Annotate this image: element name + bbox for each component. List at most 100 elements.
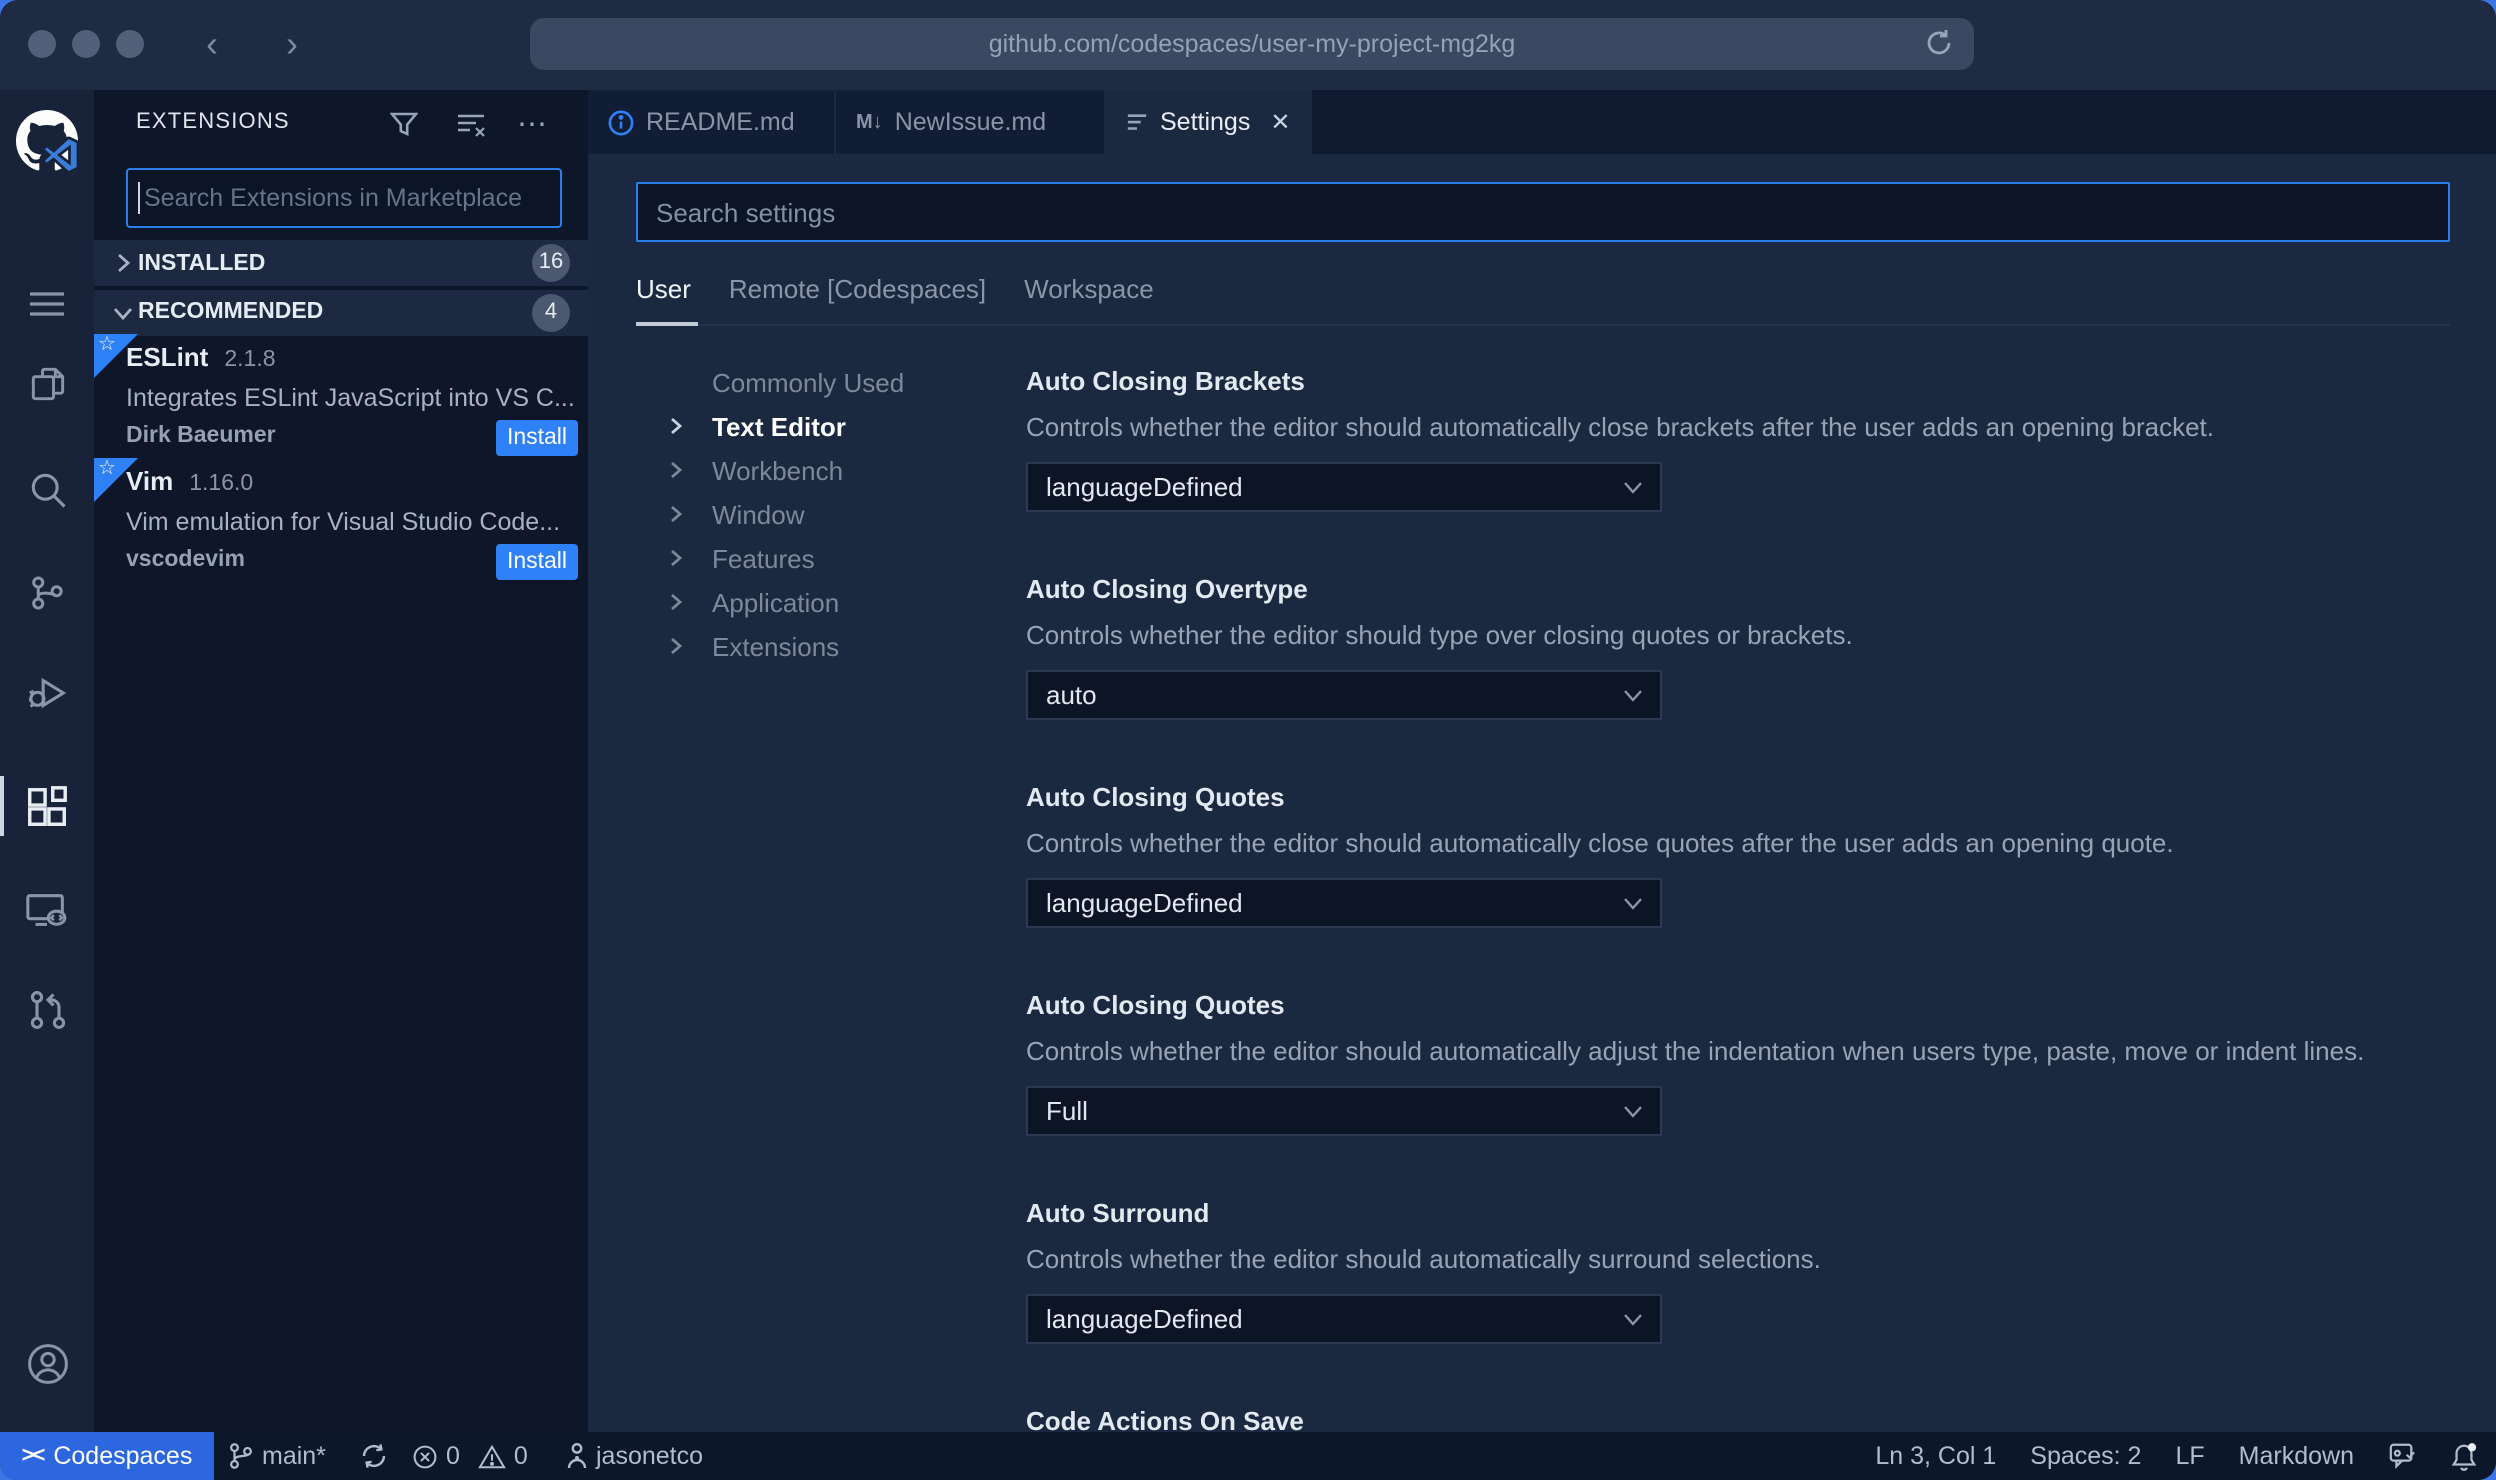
language-mode[interactable]: Markdown xyxy=(2239,1442,2354,1470)
setting-description: Controls whether the editor should autom… xyxy=(1026,412,2215,442)
setting-dropdown[interactable]: languageDefined xyxy=(1026,878,1662,928)
warnings-count: 0 xyxy=(513,1442,528,1470)
eol-sequence[interactable]: LF xyxy=(2175,1442,2204,1470)
address-bar[interactable]: github.com/codespaces/user-my-project-mg… xyxy=(530,18,1974,70)
user-status[interactable]: jasonetco xyxy=(566,1432,703,1480)
branch-status[interactable]: main* xyxy=(228,1432,326,1480)
browser-forward-button[interactable]: › xyxy=(270,22,314,66)
problems-status[interactable]: 0 0 xyxy=(412,1432,528,1480)
extension-item-vim[interactable]: ☆ Vim 1.16.0 Vim emulation for Visual Stu… xyxy=(94,458,588,582)
tab-label: README.md xyxy=(646,108,795,136)
pull-requests-icon[interactable] xyxy=(0,976,94,1044)
section-installed[interactable]: INSTALLED 16 xyxy=(94,240,588,286)
toc-features[interactable]: Features xyxy=(668,536,815,580)
browser-window: ‹ › github.com/codespaces/user-my-projec… xyxy=(0,0,2496,1480)
setting-dropdown[interactable]: Full xyxy=(1026,1086,1662,1136)
explorer-icon[interactable] xyxy=(0,350,94,418)
settings-search-input[interactable] xyxy=(638,184,2448,240)
more-actions-icon[interactable]: ⋯ xyxy=(514,106,550,142)
setting-row: Auto Closing Quotes Controls whether the… xyxy=(1026,984,2436,1192)
toc-extensions[interactable]: Extensions xyxy=(668,624,839,668)
notifications-bell-icon[interactable] xyxy=(2450,1441,2478,1471)
setting-dropdown[interactable]: languageDefined xyxy=(1026,462,1662,512)
remote-indicator[interactable]: >< Codespaces xyxy=(0,1432,214,1480)
extension-item-eslint[interactable]: ☆ ESLint 2.1.8 Integrates ESLint JavaScri… xyxy=(94,334,588,458)
chevron-right-icon xyxy=(668,460,696,480)
status-bar: >< Codespaces main* 0 0 jasonetco Ln 3, … xyxy=(0,1432,2496,1480)
setting-row: Code Actions On Save xyxy=(1026,1400,2436,1432)
setting-dropdown[interactable]: auto xyxy=(1026,670,1662,720)
clear-search-results-icon[interactable] xyxy=(452,106,488,142)
toc-window[interactable]: Window xyxy=(668,492,805,536)
tab-readme[interactable]: README.md xyxy=(588,90,836,154)
window-close-button[interactable] xyxy=(28,30,56,58)
toc-text-editor[interactable]: Text Editor xyxy=(668,404,846,448)
setting-title: Code Actions On Save xyxy=(1026,1406,1304,1432)
recommended-count-badge: 4 xyxy=(532,293,570,331)
extensions-icon[interactable] xyxy=(0,772,94,840)
section-recommended[interactable]: RECOMMENDED 4 xyxy=(94,287,588,335)
tab-settings[interactable]: Settings ✕ xyxy=(1106,90,1312,154)
install-button[interactable]: Install xyxy=(496,420,578,456)
url-text: github.com/codespaces/user-my-project-mg… xyxy=(988,30,1516,58)
activity-bar: ⚙ xyxy=(0,90,94,1480)
section-label: INSTALLED xyxy=(138,251,266,275)
window-zoom-button[interactable] xyxy=(116,30,144,58)
section-label: RECOMMENDED xyxy=(138,300,324,324)
remote-explorer-icon[interactable] xyxy=(0,876,94,944)
setting-row: Auto Closing Brackets Controls whether t… xyxy=(1026,360,2436,568)
indentation[interactable]: Spaces: 2 xyxy=(2030,1442,2141,1470)
cursor-position[interactable]: Ln 3, Col 1 xyxy=(1875,1442,1996,1470)
toc-workbench[interactable]: Workbench xyxy=(668,448,843,492)
tab-newissue[interactable]: M↓ NewIssue.md xyxy=(836,90,1106,154)
setting-title: Auto Closing Overtype xyxy=(1026,574,1308,604)
toc-commonly-used[interactable]: Commonly Used xyxy=(668,360,904,404)
extensions-search-box[interactable] xyxy=(126,168,562,228)
scope-tab-user[interactable]: User xyxy=(636,274,691,304)
setting-dropdown[interactable]: languageDefined xyxy=(1026,1294,1662,1344)
filter-icon[interactable] xyxy=(386,106,422,142)
browser-back-button[interactable]: ‹ xyxy=(190,22,234,66)
chevron-right-icon xyxy=(668,636,696,656)
dropdown-value: languageDefined xyxy=(1046,888,1243,918)
errors-icon xyxy=(413,1444,437,1468)
dropdown-value: Full xyxy=(1046,1096,1088,1126)
toc-application[interactable]: Application xyxy=(668,580,839,624)
close-icon[interactable]: ✕ xyxy=(1270,108,1290,136)
run-debug-icon[interactable] xyxy=(0,658,94,726)
extension-description: Integrates ESLint JavaScript into VS C..… xyxy=(126,384,575,412)
branch-icon xyxy=(230,1443,252,1469)
extensions-search-input[interactable] xyxy=(128,170,560,226)
editor-area: README.md M↓ NewIssue.md Settings ✕ Sear… xyxy=(588,90,2496,1432)
tab-label: NewIssue.md xyxy=(894,108,1047,136)
branch-label: main* xyxy=(262,1442,326,1470)
extension-version: 1.16.0 xyxy=(189,472,254,496)
source-control-icon[interactable] xyxy=(0,558,94,626)
settings-scope-tabs: User Remote [Codespaces] Workspace xyxy=(636,274,1154,304)
status-bar-right: Ln 3, Col 1 Spaces: 2 LF Markdown xyxy=(1875,1432,2478,1480)
settings-search-box[interactable] xyxy=(636,182,2450,242)
feedback-icon[interactable] xyxy=(2388,1442,2416,1470)
installed-count-badge: 16 xyxy=(532,244,570,282)
person-icon xyxy=(567,1443,587,1469)
markdown-icon: M↓ xyxy=(856,111,883,133)
search-icon[interactable] xyxy=(0,456,94,524)
install-button[interactable]: Install xyxy=(496,544,578,580)
setting-row: Auto Closing Quotes Controls whether the… xyxy=(1026,776,2436,984)
sync-button[interactable] xyxy=(360,1432,388,1480)
reload-icon[interactable] xyxy=(1924,28,1954,58)
setting-title: Auto Closing Brackets xyxy=(1026,366,1305,396)
account-icon[interactable] xyxy=(0,1330,94,1398)
chevron-right-icon xyxy=(668,548,696,568)
scope-tab-remote[interactable]: Remote [Codespaces] xyxy=(729,274,986,304)
extension-version: 2.1.8 xyxy=(224,348,276,372)
setting-description: Controls whether the editor should autom… xyxy=(1026,1036,2365,1066)
chevron-right-icon xyxy=(106,252,138,274)
window-minimize-button[interactable] xyxy=(72,30,100,58)
sidebar-title: EXTENSIONS xyxy=(136,110,290,134)
sync-icon xyxy=(362,1444,386,1468)
tab-label: Settings xyxy=(1160,108,1251,136)
menu-icon[interactable] xyxy=(0,270,94,338)
scope-tab-workspace[interactable]: Workspace xyxy=(1024,274,1154,304)
dropdown-value: languageDefined xyxy=(1046,1304,1243,1334)
